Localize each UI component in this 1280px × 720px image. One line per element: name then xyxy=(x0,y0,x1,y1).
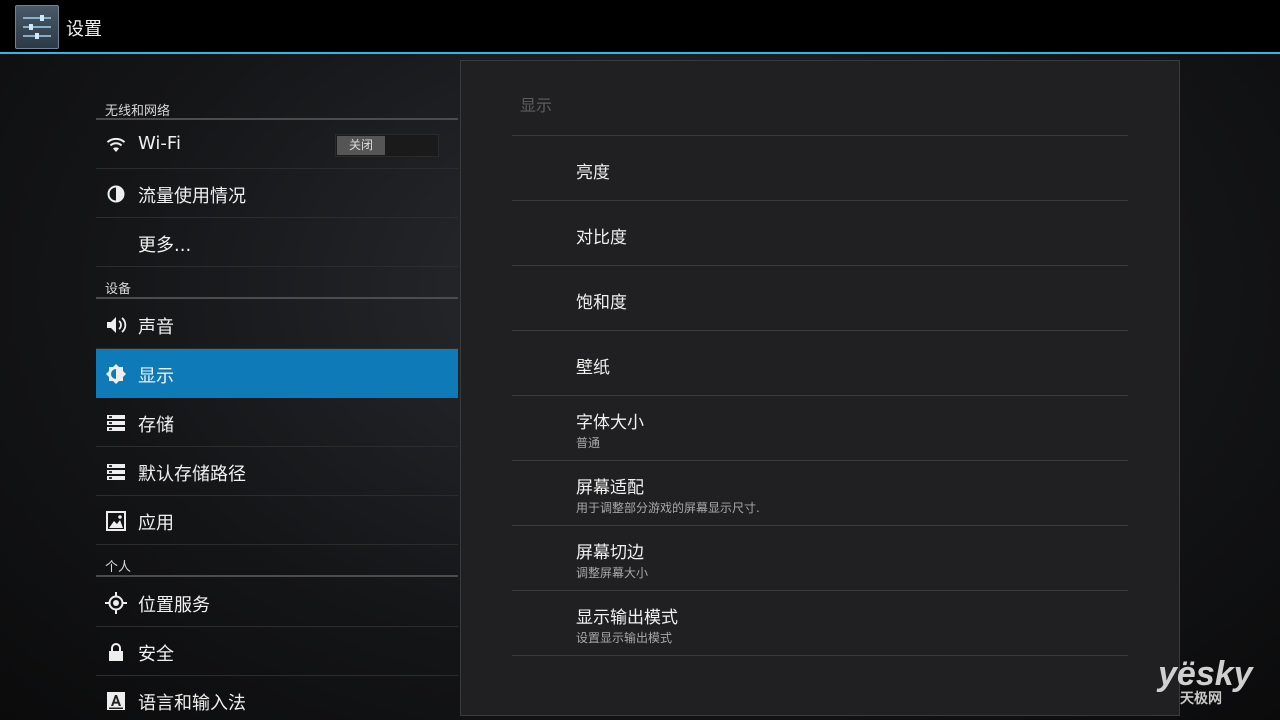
pref-output-mode[interactable]: 显示输出模式 设置显示输出模式 xyxy=(512,591,1128,655)
action-bar: 设置 xyxy=(0,0,1280,54)
pref-summary: 设置显示输出模式 xyxy=(576,631,673,645)
keyboard-a-icon xyxy=(105,690,127,712)
watermark-sub: 天极网 xyxy=(1180,690,1222,707)
nav-label: 更多... xyxy=(138,235,192,256)
pref-wallpaper[interactable]: 壁纸 xyxy=(512,331,1128,395)
panel-header: 显示 xyxy=(520,96,553,115)
nav-item-wifi[interactable]: Wi-Fi 关闭 xyxy=(96,120,458,169)
storage-icon xyxy=(105,412,127,434)
nav-item-storage[interactable]: 存储 xyxy=(96,398,458,447)
storage-icon xyxy=(105,461,127,483)
nav-label: 默认存储路径 xyxy=(138,464,246,485)
settings-nav-list: 无线和网络 Wi-Fi 关闭 流量使用情况 更多... 设备 声音 显示 存储 … xyxy=(96,56,458,720)
nav-label: 流量使用情况 xyxy=(138,186,246,207)
nav-label: 语言和输入法 xyxy=(138,693,246,714)
section-header-device: 设备 xyxy=(96,268,458,299)
settings-sliders-icon[interactable] xyxy=(15,5,59,49)
section-header-personal: 个人 xyxy=(96,546,458,577)
pref-summary: 调整屏幕大小 xyxy=(576,566,649,580)
watermark-brand: yësky xyxy=(1156,655,1255,693)
nav-label: Wi-Fi xyxy=(138,133,181,154)
nav-label: 位置服务 xyxy=(138,595,210,616)
nav-item-data-usage[interactable]: 流量使用情况 xyxy=(96,169,458,218)
pref-saturation[interactable]: 饱和度 xyxy=(512,266,1128,330)
pref-title: 对比度 xyxy=(576,228,627,248)
location-icon xyxy=(105,592,127,614)
pref-title: 显示输出模式 xyxy=(576,608,678,628)
pref-summary: 用于调整部分游戏的屏幕显示尺寸. xyxy=(576,501,760,515)
pref-title: 屏幕切边 xyxy=(576,543,644,563)
nav-label: 应用 xyxy=(138,513,174,534)
nav-label: 安全 xyxy=(138,644,174,665)
nav-item-sound[interactable]: 声音 xyxy=(96,300,458,349)
pref-screen-fit[interactable]: 屏幕适配 用于调整部分游戏的屏幕显示尺寸. xyxy=(512,461,1128,525)
wifi-icon xyxy=(105,134,127,156)
pref-title: 饱和度 xyxy=(576,293,627,313)
pie-chart-icon xyxy=(105,183,127,205)
apps-icon xyxy=(105,510,127,532)
speaker-icon xyxy=(105,314,127,336)
nav-label: 存储 xyxy=(138,415,174,436)
pref-screen-crop[interactable]: 屏幕切边 调整屏幕大小 xyxy=(512,526,1128,590)
pref-title: 亮度 xyxy=(576,163,610,183)
nav-item-apps[interactable]: 应用 xyxy=(96,496,458,545)
display-settings-panel: 显示 亮度 对比度 饱和度 壁纸 字体大小 普通 屏幕适配 用于调整部分游戏的屏… xyxy=(460,60,1180,716)
toggle-thumb: 关闭 xyxy=(337,136,385,155)
nav-label: 显示 xyxy=(138,366,174,387)
lock-icon xyxy=(105,641,127,663)
page-title: 设置 xyxy=(66,19,102,40)
nav-item-more[interactable]: 更多... xyxy=(96,218,458,267)
yesky-watermark-logo: yësky 天极网 xyxy=(1156,655,1274,711)
brightness-icon xyxy=(105,363,127,385)
divider xyxy=(512,655,1128,656)
nav-item-location[interactable]: 位置服务 xyxy=(96,578,458,627)
nav-label: 声音 xyxy=(138,317,174,338)
nav-item-default-storage-path[interactable]: 默认存储路径 xyxy=(96,447,458,496)
pref-title: 字体大小 xyxy=(576,413,644,433)
pref-font-size[interactable]: 字体大小 普通 xyxy=(512,396,1128,460)
pref-brightness[interactable]: 亮度 xyxy=(512,136,1128,200)
pref-title: 屏幕适配 xyxy=(576,478,644,498)
pref-summary: 普通 xyxy=(576,436,601,450)
wifi-toggle[interactable]: 关闭 xyxy=(335,134,439,157)
pref-contrast[interactable]: 对比度 xyxy=(512,201,1128,265)
section-header-wireless: 无线和网络 xyxy=(96,90,458,120)
nav-item-security[interactable]: 安全 xyxy=(96,627,458,676)
nav-item-language-input[interactable]: 语言和输入法 xyxy=(96,676,458,720)
nav-item-display[interactable]: 显示 xyxy=(96,349,458,398)
pref-title: 壁纸 xyxy=(576,358,610,378)
